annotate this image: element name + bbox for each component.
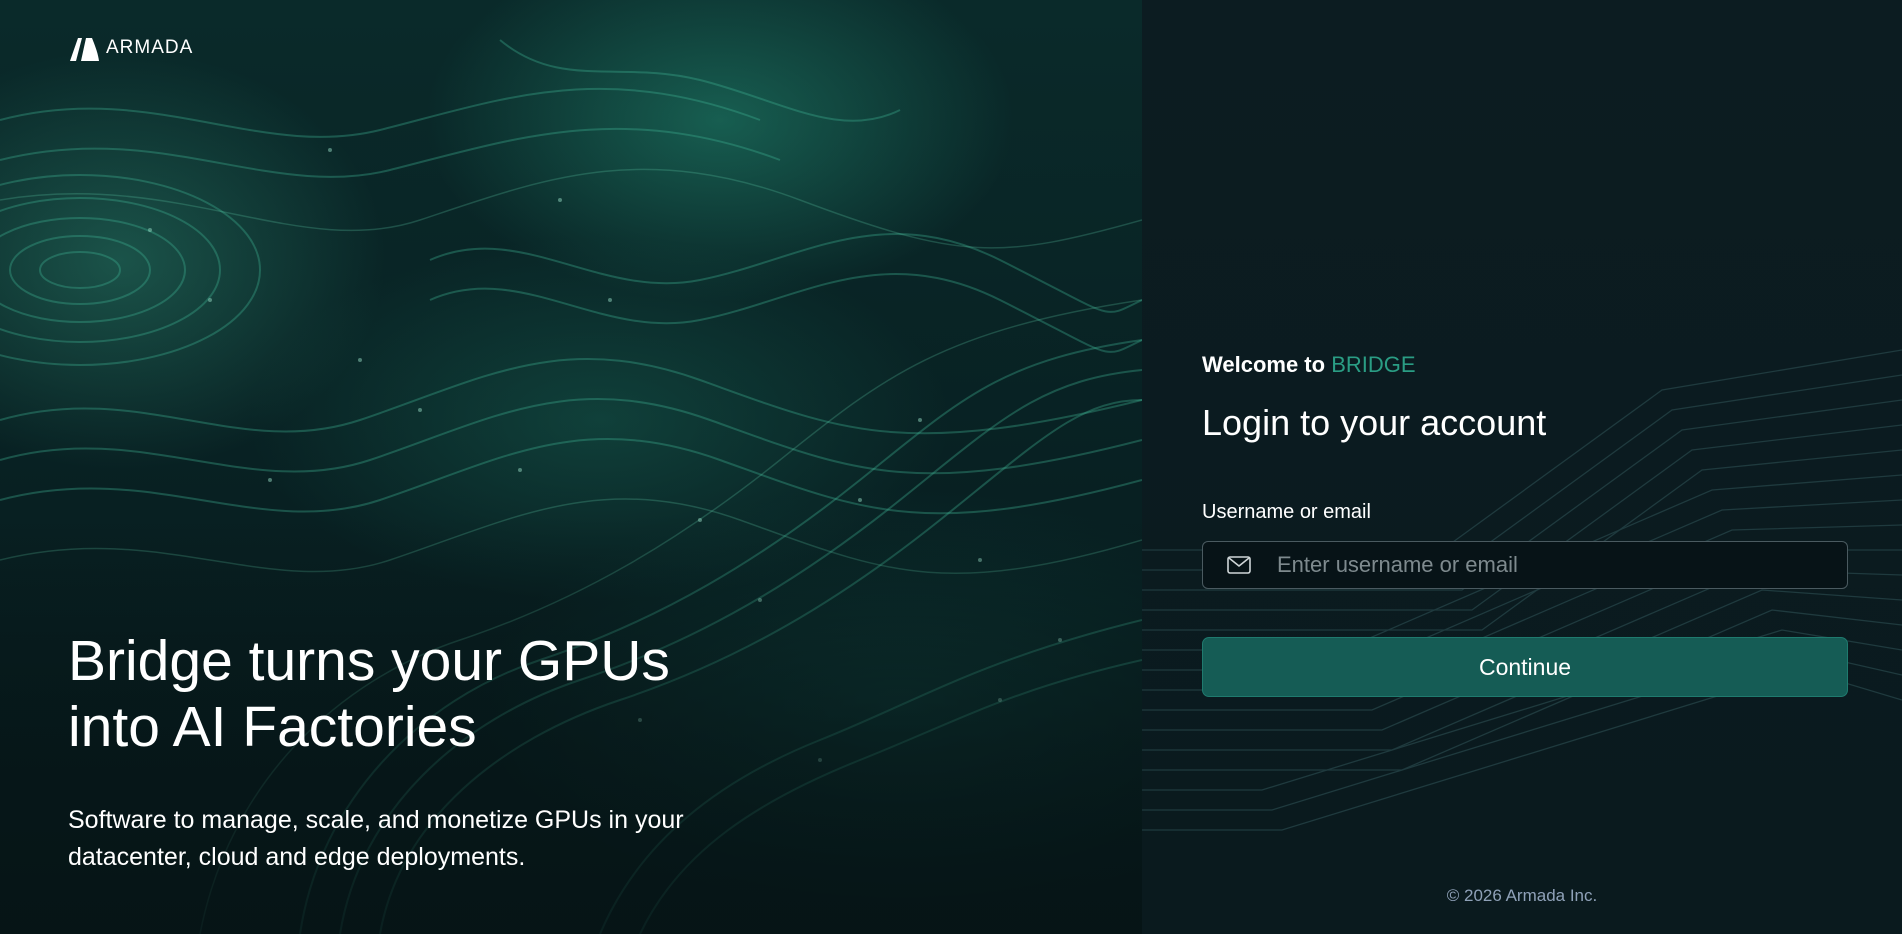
mail-icon [1227, 556, 1251, 574]
username-label: Username or email [1202, 501, 1371, 523]
username-input[interactable] [1275, 551, 1847, 579]
hero-subtitle-line1: Software to manage, scale, and monetize … [68, 806, 684, 834]
hero-panel: ARMADA Bridge turns your GPUs into AI Fa… [0, 0, 1142, 934]
login-panel: Welcome to BRIDGE Login to your account … [1142, 0, 1902, 934]
hero-title-line1: Bridge turns your GPUs [68, 629, 670, 693]
armada-logo[interactable]: ARMADA [68, 34, 193, 62]
copyright-text: © 2026 Armada Inc. [1446, 886, 1598, 905]
login-title: Login to your account [1202, 402, 1547, 443]
hero-subtitle-line2: datacenter, cloud and edge deployments. [68, 843, 526, 871]
logo-text: ARMADA [106, 37, 194, 58]
welcome-prefix: Welcome to [1202, 352, 1332, 377]
hero-title-line2: into AI Factories [68, 695, 477, 759]
hero-subtitle: Software to manage, scale, and monetize … [68, 802, 788, 876]
username-field[interactable] [1202, 541, 1848, 589]
welcome-text: Welcome to BRIDGE [1202, 352, 1416, 378]
welcome-brand: BRIDGE [1331, 352, 1416, 377]
armada-logo-mark-icon [70, 38, 99, 61]
continue-button[interactable]: Continue [1202, 637, 1848, 697]
hero-title: Bridge turns your GPUs into AI Factories [68, 628, 788, 760]
